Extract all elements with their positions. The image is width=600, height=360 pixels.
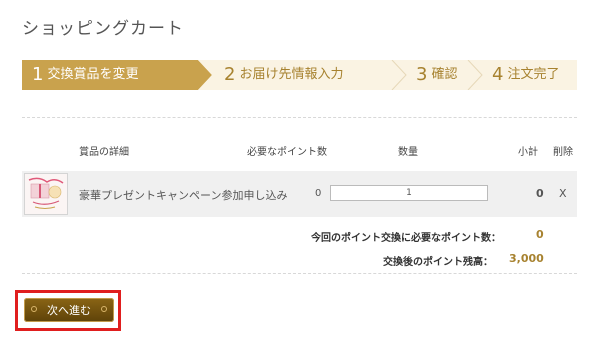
step-label: 交換賞品を変更 bbox=[47, 67, 139, 82]
required-points-total: 0 bbox=[536, 228, 544, 241]
col-header-points: 必要なポイント数 bbox=[247, 147, 327, 158]
step-number: 4 bbox=[492, 64, 504, 85]
step-number: 1 bbox=[32, 64, 44, 85]
step-number: 2 bbox=[224, 64, 236, 85]
next-button-label: 次へ進む bbox=[47, 304, 91, 317]
step-label: 確認 bbox=[431, 67, 458, 82]
quantity-field[interactable] bbox=[330, 185, 488, 201]
col-header-subtotal: 小計 bbox=[518, 147, 538, 158]
col-header-detail: 賞品の詳細 bbox=[79, 147, 129, 158]
checkout-steps: 1 交換賞品を変更 2 お届け先情報入力 3 確認 4 注文完了 bbox=[22, 60, 577, 90]
step-separator-icon bbox=[391, 60, 407, 90]
step-shipping-info: 2 お届け先情報入力 bbox=[198, 60, 406, 90]
remaining-balance-value: 3,000 bbox=[509, 252, 544, 265]
remaining-balance-label: 交換後のポイント残高： bbox=[383, 257, 493, 268]
product-thumbnail bbox=[24, 173, 68, 215]
divider bbox=[22, 117, 577, 118]
step-label: お届け先情報入力 bbox=[239, 67, 344, 82]
step-change-items[interactable]: 1 交換賞品を変更 bbox=[22, 60, 212, 90]
next-button[interactable]: 次へ進む bbox=[24, 298, 114, 322]
subtotal-value: 0 bbox=[536, 187, 544, 200]
required-points-label: 今回のポイント交換に必要なポイント数： bbox=[311, 233, 501, 244]
col-header-quantity: 数量 bbox=[398, 147, 418, 158]
step-number: 3 bbox=[416, 64, 428, 85]
page-title: ショッピングカート bbox=[22, 19, 184, 39]
required-points: 0 bbox=[315, 188, 322, 199]
col-header-delete: 削除 bbox=[553, 147, 573, 158]
delete-button[interactable]: X bbox=[559, 187, 567, 200]
step-label: 注文完了 bbox=[507, 67, 560, 82]
step-complete: 4 注文完了 bbox=[468, 60, 577, 90]
ornament-icon bbox=[31, 306, 37, 312]
step-separator-icon bbox=[467, 60, 483, 90]
ornament-icon bbox=[101, 306, 107, 312]
divider bbox=[22, 273, 577, 274]
product-name: 豪華プレゼントキャンペーン参加申し込み bbox=[79, 189, 288, 202]
